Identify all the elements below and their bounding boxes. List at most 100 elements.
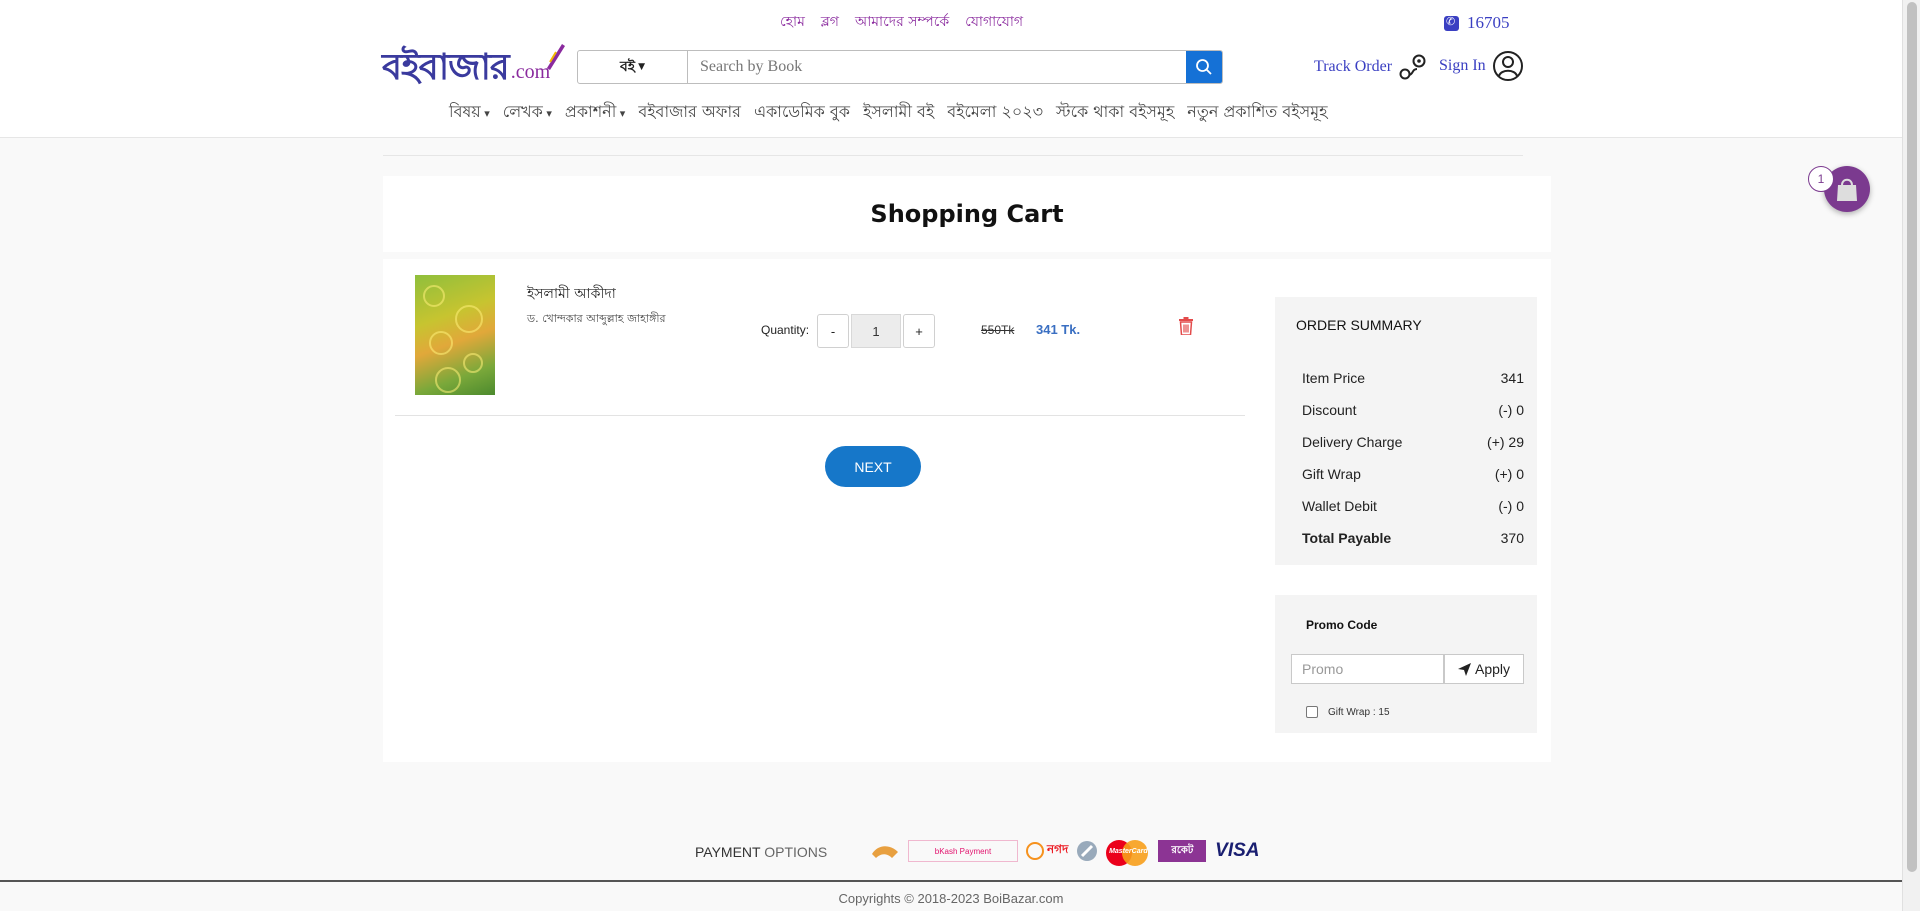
summary-label: Gift Wrap <box>1302 466 1361 482</box>
divider <box>383 155 1523 156</box>
visa-logo: VISA <box>1215 840 1260 861</box>
discounted-price: 341 Tk. <box>1036 322 1081 337</box>
summary-value: 341 <box>1500 370 1524 386</box>
summary-label: Delivery Charge <box>1302 434 1403 450</box>
quantity-increase-button[interactable]: + <box>903 314 935 348</box>
topnav-contact[interactable]: যোগাযোগ <box>965 10 1023 34</box>
quantity-decrease-button[interactable]: - <box>817 314 849 348</box>
nav-offer[interactable]: বইবাজার অফার <box>638 99 741 126</box>
copyright-text: Copyrights © 2018-2023 BoiBazar.com <box>838 891 1064 906</box>
search-bar: বই ▼ <box>577 50 1223 84</box>
order-summary-title: ORDER SUMMARY <box>1296 317 1422 333</box>
summary-value: (+) 29 <box>1487 434 1524 450</box>
send-icon <box>1457 662 1471 676</box>
summary-row: Gift Wrap (+) 0 <box>1302 466 1524 498</box>
hotline[interactable]: 16705 <box>1444 13 1510 33</box>
summary-total-value: 370 <box>1500 530 1524 546</box>
nav-subject[interactable]: বিষয় <box>449 99 490 126</box>
page-scrollbar[interactable] <box>1902 0 1920 911</box>
summary-value: (-) 0 <box>1498 402 1524 418</box>
gift-wrap-option: Gift Wrap : 15 <box>1306 706 1390 718</box>
cart-item: ইসলামী আকীদা ড. খোন্দকার আব্দুল্লাহ জাহা… <box>395 259 1245 416</box>
footer-divider <box>0 880 1902 882</box>
cart-panel: ইসলামী আকীদা ড. খোন্দকার আব্দুল্লাহ জাহা… <box>383 259 1551 762</box>
site-header: হোম ব্লগ আমাদের সম্পর্কে যোগাযোগ 16705 ব… <box>0 0 1902 138</box>
summary-value: (-) 0 <box>1498 498 1524 514</box>
mastercard-logo: MasterCard <box>1106 840 1150 866</box>
scrollbar-thumb[interactable] <box>1907 2 1917 872</box>
book-author: ড. খোন্দকার আব্দুল্লাহ জাহাঙ্গীর <box>527 312 666 325</box>
nav-academic[interactable]: একাডেমিক বুক <box>754 99 850 126</box>
original-price: 550Tk <box>981 323 1015 337</box>
summary-total-label: Total Payable <box>1302 530 1392 546</box>
route-pin-icon <box>1399 54 1426 80</box>
topnav-blog[interactable]: ব্লগ <box>821 10 839 34</box>
payment-options-label: PAYMENT OPTIONS <box>695 844 827 860</box>
search-category-select[interactable]: বই ▼ <box>578 51 688 83</box>
gift-wrap-checkbox[interactable] <box>1306 706 1318 718</box>
user-icon <box>1492 51 1523 81</box>
nav-author[interactable]: লেখক <box>503 99 552 126</box>
book-cover-image[interactable] <box>415 275 495 395</box>
cart-count-badge: 1 <box>1808 166 1834 192</box>
shopping-bag-icon <box>1837 178 1857 201</box>
main-nav: বিষয় লেখক প্রকাশনী বইবাজার অফার একাডেমি… <box>449 99 1328 126</box>
logo-text: বইবাজার <box>382 46 510 88</box>
sign-in-link[interactable]: Sign In <box>1439 50 1524 82</box>
search-input[interactable] <box>688 51 1186 83</box>
nav-publisher[interactable]: প্রকাশনী <box>565 99 625 126</box>
quantity-value[interactable]: 1 <box>851 314 901 348</box>
track-order-label: Track Order <box>1314 58 1393 75</box>
nav-in-stock[interactable]: স্টকে থাকা বইসমূহ <box>1056 99 1174 126</box>
apply-label: Apply <box>1474 661 1511 677</box>
trash-icon <box>1179 317 1193 336</box>
summary-row: Item Price 341 <box>1302 370 1524 402</box>
phone-icon <box>1444 15 1459 31</box>
nagad-label: নগদ <box>1047 842 1069 856</box>
next-button[interactable]: NEXT <box>825 446 921 487</box>
track-order-link[interactable]: Track Order <box>1314 52 1428 82</box>
promo-panel: Promo Code Apply Gift Wrap : 15 <box>1275 595 1537 733</box>
search-category-label: বই <box>620 59 636 75</box>
quantity-stepper: - 1 + <box>817 314 935 348</box>
mastercard-label: MasterCard <box>1109 847 1148 855</box>
summary-row: Discount (-) 0 <box>1302 402 1524 434</box>
options-label: OPTIONS <box>764 844 828 860</box>
summary-rows: Item Price 341 Discount (-) 0 Delivery C… <box>1302 370 1524 562</box>
pen-icon <box>547 44 566 70</box>
rocket-logo: রকেট <box>1158 840 1207 862</box>
remove-item-button[interactable] <box>1178 317 1194 340</box>
payment-label: PAYMENT <box>695 844 761 860</box>
topnav-about[interactable]: আমাদের সম্পর্কে <box>855 10 949 34</box>
payment-logos: bKash Payment নগদ MasterCard রকেট VISA <box>870 840 1260 866</box>
page-title: Shopping Cart <box>870 200 1064 228</box>
site-logo[interactable]: বইবাজার .com <box>382 40 566 88</box>
top-nav: হোম ব্লগ আমাদের সম্পর্কে যোগাযোগ <box>780 10 1023 34</box>
nav-new-releases[interactable]: নতুন প্রকাশিত বইসমূহ <box>1187 99 1327 126</box>
promo-input[interactable] <box>1291 654 1444 684</box>
apply-promo-button[interactable]: Apply <box>1444 654 1524 684</box>
bank-logo <box>1076 840 1098 862</box>
promo-title: Promo Code <box>1306 618 1378 632</box>
nagad-logo: নগদ <box>1026 840 1068 862</box>
summary-row: Delivery Charge (+) 29 <box>1302 434 1524 466</box>
cash-on-delivery-logo <box>870 840 900 862</box>
nav-islamic[interactable]: ইসলামী বই <box>863 99 934 126</box>
summary-label: Wallet Debit <box>1302 498 1377 514</box>
gift-wrap-label: Gift Wrap : 15 <box>1328 706 1390 718</box>
book-title[interactable]: ইসলামী আকীদা <box>527 282 616 306</box>
quantity-label: Quantity: <box>761 323 810 337</box>
topnav-home[interactable]: হোম <box>780 10 805 34</box>
search-button[interactable] <box>1186 51 1222 83</box>
summary-value: (+) 0 <box>1494 466 1524 482</box>
search-icon <box>1196 59 1212 75</box>
summary-row: Wallet Debit (-) 0 <box>1302 498 1524 530</box>
summary-label: Item Price <box>1302 370 1366 386</box>
nav-bookfair[interactable]: বইমেলা ২০২৩ <box>947 99 1043 126</box>
page-title-box: Shopping Cart <box>383 176 1551 252</box>
hotline-number: 16705 <box>1467 13 1510 32</box>
summary-label: Discount <box>1302 402 1357 418</box>
caret-down-icon: ▼ <box>638 62 645 72</box>
order-summary: ORDER SUMMARY Item Price 341 Discount (-… <box>1275 297 1537 565</box>
summary-total-row: Total Payable 370 <box>1302 530 1524 562</box>
